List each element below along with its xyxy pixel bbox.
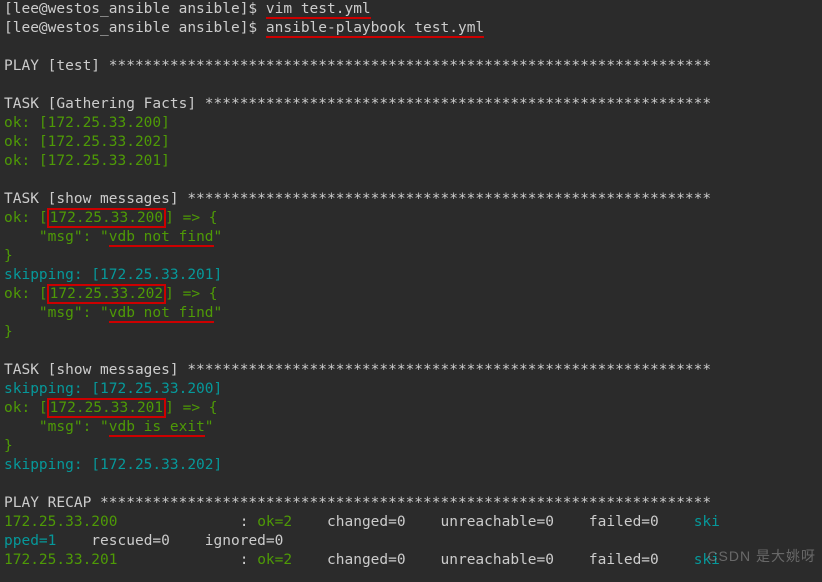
task-gathering-facts: TASK [Gathering Facts] *****************… [4, 96, 711, 112]
msg-vdb-not-find: vdb not find [109, 305, 214, 323]
ok-line: ok: [172.25.33.200] [4, 115, 170, 131]
cmd-vim: vim test.yml [266, 1, 371, 19]
task-show-messages: TASK [show messages] *******************… [4, 191, 711, 207]
msg-line: "msg": "vdb is exit" [4, 419, 214, 437]
ok-result: ok: [172.25.33.200] => { [4, 210, 218, 226]
recap-line: 172.25.33.200 : ok=2 changed=0 unreachab… [4, 514, 720, 530]
brace-close: } [4, 248, 13, 264]
terminal-output: [lee@westos_ansible ansible]$ vim test.y… [0, 0, 822, 570]
prompt: [lee@westos_ansible ansible]$ ansible-pl… [4, 20, 484, 38]
prompt: [lee@westos_ansible ansible]$ vim test.y… [4, 1, 371, 19]
recap-line: pped=1 rescued=0 ignored=0 [4, 533, 292, 549]
play-recap-header: PLAY RECAP *****************************… [4, 495, 711, 511]
ok-line: ok: [172.25.33.201] [4, 153, 170, 169]
msg-line: "msg": "vdb not find" [4, 305, 222, 323]
watermark: CSDN 是大姚呀 [707, 546, 816, 566]
ip-202: 172.25.33.202 [47, 284, 167, 304]
ip-200: 172.25.33.200 [47, 208, 167, 228]
brace-close: } [4, 324, 13, 340]
ok-result: ok: [172.25.33.202] => { [4, 286, 218, 302]
recap-line: 172.25.33.201 : ok=2 changed=0 unreachab… [4, 552, 720, 568]
brace-close: } [4, 438, 13, 454]
skipping-line: skipping: [172.25.33.202] [4, 457, 222, 473]
skipping-line: skipping: [172.25.33.200] [4, 381, 222, 397]
ok-line: ok: [172.25.33.202] [4, 134, 170, 150]
skipping-line: skipping: [172.25.33.201] [4, 267, 222, 283]
ok-result: ok: [172.25.33.201] => { [4, 400, 218, 416]
cmd-ansible-playbook: ansible-playbook test.yml [266, 20, 484, 38]
msg-vdb-not-find: vdb not find [109, 229, 214, 247]
ip-201: 172.25.33.201 [47, 398, 167, 418]
task-show-messages: TASK [show messages] *******************… [4, 362, 711, 378]
msg-line: "msg": "vdb not find" [4, 229, 222, 247]
play-header: PLAY [test] ****************************… [4, 58, 711, 74]
msg-vdb-is-exit: vdb is exit [109, 419, 205, 437]
